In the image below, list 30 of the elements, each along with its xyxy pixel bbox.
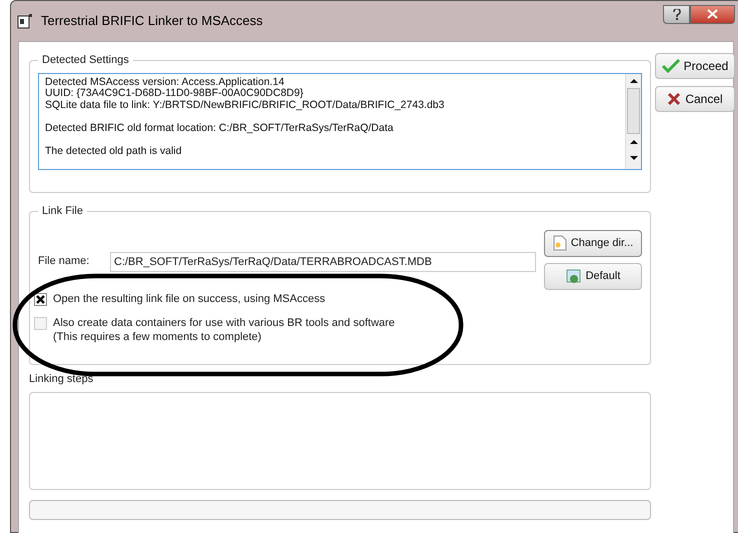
default-button[interactable]: Default [544, 262, 642, 290]
close-icon [707, 9, 718, 19]
log-line: Detected BRIFIC old format location: C:/BR_SOFT/TerRaSys/TerRaQ/Data [45, 122, 394, 134]
log-line: SQLite data file to link: Y:/BRTSD/NewBRIFIC/BRIFIC_ROOT/Data/BRIFIC_2743.db3 [45, 100, 446, 111]
app-icon [17, 13, 33, 29]
window-title: Terrestrial BRIFIC Linker to MSAccess [41, 12, 263, 30]
checkbox[interactable] [34, 292, 47, 306]
cross-icon [667, 92, 682, 106]
close-button[interactable] [690, 4, 735, 24]
help-button[interactable] [663, 4, 690, 24]
document-icon [552, 235, 567, 251]
file-name-field[interactable]: C:/BR_SOFT/TerRaSys/TerRaQ/Data/TERRABROADCAST.MDB [110, 252, 536, 272]
proceed-button[interactable]: Proceed [655, 53, 735, 79]
group-title: Detected Settings [41, 53, 130, 68]
log-line: UUID: {73A4C9C1-D68D-11D0-98BF-00A0C90DC8D9} [45, 88, 304, 100]
checkbox-label: Also create data containers for use with various BR tools and software (This requires a few moments to complete) [53, 316, 395, 344]
scroll-thumb[interactable] [627, 88, 640, 134]
checkbox-label: Open the resulting link file on success, using MSAccess [53, 292, 326, 306]
cancel-button[interactable]: Cancel [655, 86, 735, 112]
section-title: Linking steps [29, 372, 94, 387]
log-line: Detected MSAccess version: Access.Application.14 [45, 76, 284, 88]
field-label: File name: [38, 254, 90, 270]
change-dir-button[interactable]: Change dir... [544, 230, 642, 256]
check-icon [662, 59, 680, 73]
help-icon [672, 8, 680, 20]
checkbox[interactable] [34, 316, 47, 330]
check-icon [36, 294, 45, 304]
window-icon [566, 268, 582, 284]
log-line: The detected old path is valid [45, 146, 183, 157]
group-title: Link File [41, 204, 84, 219]
